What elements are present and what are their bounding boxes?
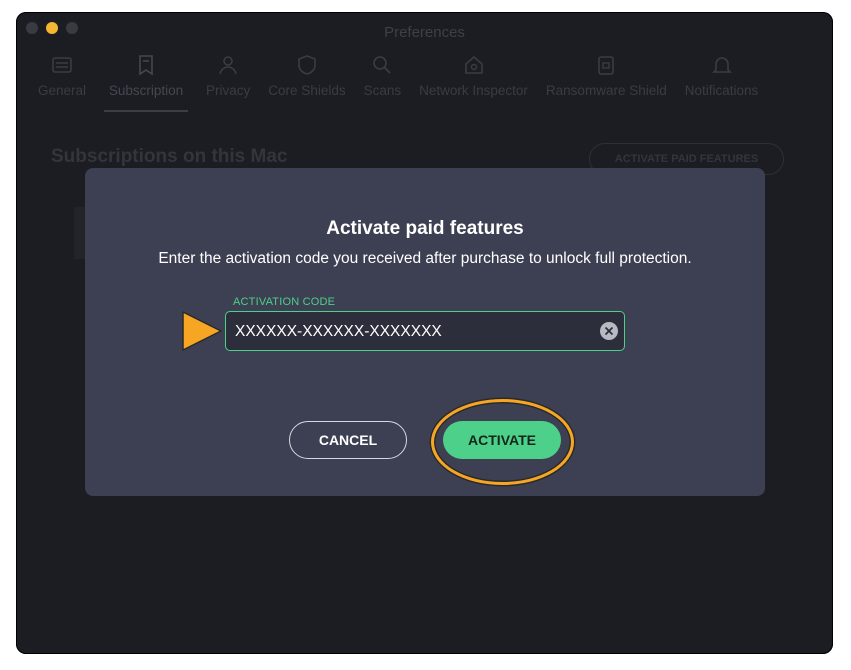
tab-network-inspector[interactable]: Network Inspector bbox=[419, 54, 528, 114]
subscription-icon bbox=[139, 55, 153, 76]
pointer-arrow-icon bbox=[182, 311, 222, 351]
activation-code-label: ACTIVATION CODE bbox=[233, 296, 336, 308]
tab-core-shields-label: Core Shields bbox=[268, 83, 346, 98]
tab-notifications[interactable]: Notifications bbox=[684, 54, 759, 114]
tab-general[interactable]: General bbox=[38, 54, 86, 114]
clear-icon[interactable] bbox=[600, 322, 618, 340]
ransomware-icon bbox=[598, 56, 615, 75]
tab-notifications-label: Notifications bbox=[684, 83, 759, 98]
tab-privacy[interactable]: Privacy bbox=[206, 54, 250, 114]
section-title: Subscriptions on this Mac bbox=[51, 146, 288, 167]
tab-scans-label: Scans bbox=[363, 83, 402, 98]
preferences-window: Preferences General Subscription Privacy… bbox=[16, 12, 833, 654]
shield-icon bbox=[298, 55, 316, 75]
tab-ransomware-shield-label: Ransomware Shield bbox=[545, 83, 667, 98]
general-icon bbox=[52, 57, 72, 73]
tab-network-inspector-label: Network Inspector bbox=[419, 83, 528, 98]
bell-icon bbox=[711, 57, 732, 73]
activate-button[interactable]: ACTIVATE bbox=[443, 421, 561, 459]
tab-general-label: General bbox=[38, 83, 87, 98]
scan-icon bbox=[373, 56, 391, 74]
tab-privacy-label: Privacy bbox=[206, 83, 251, 98]
preferences-tabs: General Subscription Privacy Core Shield… bbox=[38, 54, 811, 114]
activation-code-input[interactable] bbox=[233, 312, 587, 352]
window-title: Preferences bbox=[384, 24, 465, 41]
cancel-button[interactable]: CANCEL bbox=[289, 421, 407, 459]
privacy-icon bbox=[219, 56, 237, 75]
dialog-title: Activate paid features bbox=[326, 218, 524, 239]
tab-scans[interactable]: Scans bbox=[363, 54, 402, 114]
network-icon bbox=[464, 55, 483, 74]
tab-ransomware-shield[interactable]: Ransomware Shield bbox=[546, 54, 667, 114]
activate-dialog: Activate paid features Enter the activat… bbox=[85, 168, 765, 496]
tab-subscription[interactable]: Subscription bbox=[104, 54, 189, 114]
tab-subscription-label: Subscription bbox=[108, 83, 184, 98]
tab-core-shields[interactable]: Core Shields bbox=[268, 54, 346, 114]
dialog-description: Enter the activation code you received a… bbox=[158, 250, 692, 267]
active-tab-indicator bbox=[104, 110, 189, 112]
activation-code-field bbox=[225, 311, 625, 352]
